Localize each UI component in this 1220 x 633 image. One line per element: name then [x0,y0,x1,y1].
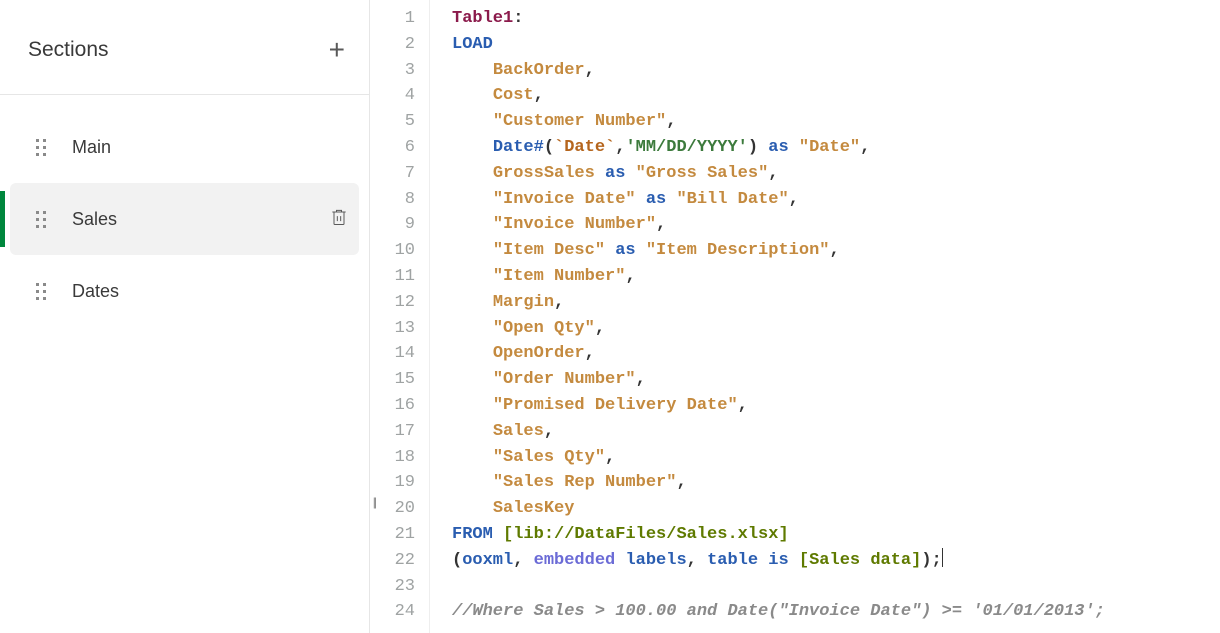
sections-list: Main Sales Dates [0,95,369,327]
sidebar-title: Sections [28,38,109,62]
drag-handle-icon[interactable] [36,283,50,300]
section-item-main[interactable]: Main [0,111,369,183]
line-number-gutter: 123456789101112131415161718192021222324 [370,0,430,633]
trash-icon [329,206,349,228]
delete-section-button[interactable] [329,206,349,233]
script-editor[interactable]: 123456789101112131415161718192021222324 … [370,0,1220,633]
add-section-button[interactable]: + [329,36,345,64]
code-area[interactable]: Table1:LOAD BackOrder, Cost, "Customer N… [430,0,1220,633]
section-label: Sales [72,209,329,230]
section-item-dates[interactable]: Dates [0,255,369,327]
section-label: Dates [72,281,349,302]
resize-handle-icon[interactable]: || [373,495,375,509]
section-item-sales[interactable]: Sales [10,183,359,255]
drag-handle-icon[interactable] [36,139,50,156]
sections-sidebar: Sections + Main Sales [0,0,370,633]
drag-handle-icon[interactable] [36,211,50,228]
sidebar-header: Sections + [0,0,369,95]
section-label: Main [72,137,349,158]
